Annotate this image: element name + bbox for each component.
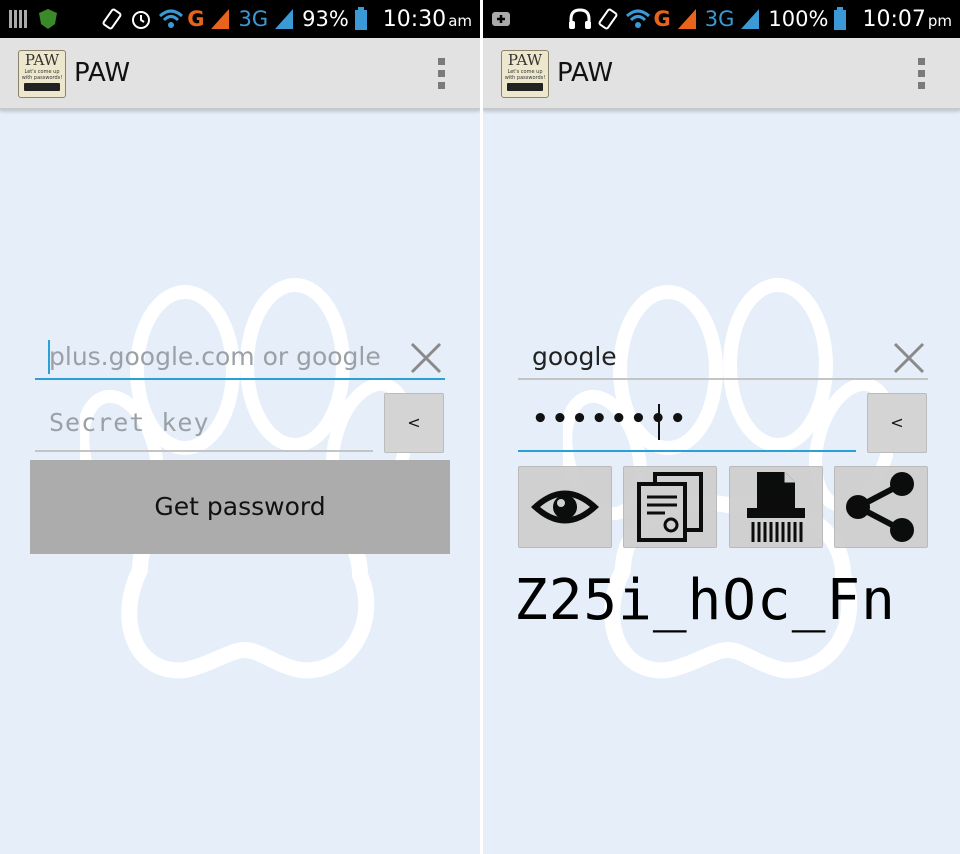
overflow-menu-icon[interactable] [438, 58, 446, 90]
battery-icon [354, 7, 378, 31]
app-title: PAW [557, 58, 614, 88]
action-bar: PAW Let's come up with passwords! PAW [483, 38, 960, 110]
site-input[interactable]: plus.google.com or google [35, 336, 445, 380]
text-cursor [658, 404, 660, 440]
alarm-icon [129, 7, 153, 31]
wifi-icon [158, 7, 184, 31]
copy-password-button[interactable] [623, 466, 717, 548]
rotate-icon [596, 7, 620, 31]
signal-3g-label: 3G [238, 7, 269, 31]
status-clock: 10:07 pm [862, 6, 952, 32]
signal-3g-icon [273, 7, 297, 31]
shredder-icon [747, 472, 805, 542]
wifi-icon [625, 7, 650, 31]
backspace-button[interactable]: < [384, 393, 444, 453]
secret-key-input[interactable]: •••••••• [518, 396, 856, 452]
paw-prints-icon [24, 83, 60, 91]
status-clock: 10:30 am [382, 6, 472, 32]
screen-result: G 3G 100% 10:07 pm PAW Let's come up with… [483, 0, 960, 854]
signal-g-icon [676, 7, 700, 31]
add-notification-icon [489, 7, 513, 31]
secret-key-input[interactable]: Secret key [35, 396, 373, 452]
copy-icon [637, 472, 703, 542]
paw-prints-icon [507, 83, 543, 91]
shield-icon [36, 7, 60, 31]
clear-icon[interactable] [891, 340, 927, 376]
signal-g-label: G [187, 7, 205, 31]
screen-login: G 3G 93% 10:30 am PAW Let's come up with … [0, 0, 480, 854]
rotate-icon [100, 7, 124, 31]
get-password-button[interactable]: Get password [30, 460, 450, 554]
signal-g-label: G [653, 7, 671, 31]
clear-icon[interactable] [408, 340, 444, 376]
signal-3g-label: 3G [704, 7, 735, 31]
headphones-icon [567, 7, 591, 31]
overflow-menu-icon[interactable] [918, 58, 926, 90]
app-logo: PAW Let's come up with passwords! [501, 50, 549, 98]
notification-bars-icon [6, 7, 30, 31]
app-logo: PAW Let's come up with passwords! [18, 50, 66, 98]
shred-password-button[interactable] [729, 466, 823, 548]
backspace-button[interactable]: < [867, 393, 927, 453]
site-input-value: google [532, 342, 617, 371]
secret-key-value: •••••••• [532, 404, 689, 434]
share-icon [846, 472, 914, 542]
site-input-placeholder: plus.google.com or google [49, 342, 381, 371]
signal-g-icon [209, 7, 233, 31]
status-bar: G 3G 100% 10:07 pm [483, 0, 960, 38]
site-input[interactable]: google [518, 336, 928, 380]
show-password-button[interactable] [518, 466, 612, 548]
battery-percent: 93% [302, 7, 349, 31]
secret-key-placeholder: Secret key [49, 408, 210, 437]
battery-icon [833, 7, 857, 31]
text-cursor [48, 340, 50, 374]
app-title: PAW [74, 58, 131, 88]
signal-3g-icon [739, 7, 763, 31]
generated-password: Z25i_hOc_Fn [514, 568, 896, 633]
action-bar: PAW Let's come up with passwords! PAW [0, 38, 480, 110]
status-bar: G 3G 93% 10:30 am [0, 0, 480, 38]
eye-icon [531, 490, 599, 524]
battery-percent: 100% [768, 7, 829, 31]
share-password-button[interactable] [834, 466, 928, 548]
